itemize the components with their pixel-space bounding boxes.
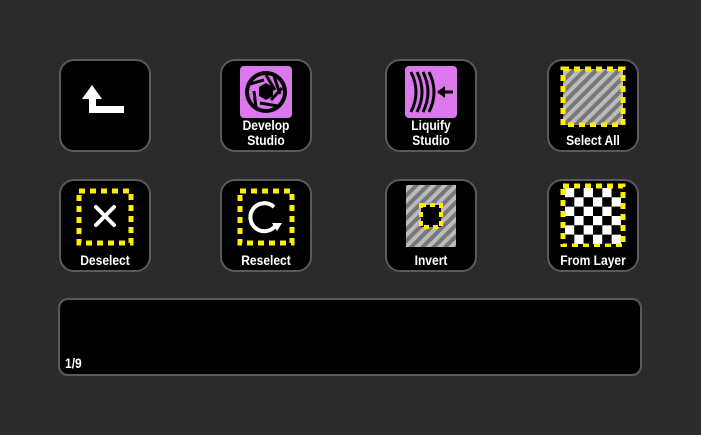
key-label: Reselect <box>241 252 291 268</box>
select-all-button[interactable]: Select All <box>547 59 639 152</box>
liquify-icon <box>405 66 457 118</box>
aperture-icon <box>240 66 292 118</box>
key-label: Liquify Studio <box>411 117 451 148</box>
select-all-icon <box>560 66 626 127</box>
key-label: From Layer <box>560 252 626 268</box>
develop-studio-button[interactable]: Develop Studio <box>220 59 312 152</box>
back-button[interactable] <box>59 59 151 152</box>
back-arrow-icon <box>82 85 124 113</box>
key-label: Develop Studio <box>242 117 290 148</box>
from-layer-button[interactable]: From Layer <box>547 179 639 272</box>
key-label: Deselect <box>80 252 130 268</box>
touch-strip[interactable]: 1/9 <box>58 298 642 376</box>
page-indicator: 1/9 <box>65 355 82 371</box>
deselect-button[interactable]: Deselect <box>59 179 151 272</box>
key-label: Invert <box>414 252 448 268</box>
invert-button[interactable]: Invert <box>385 179 477 272</box>
from-layer-icon <box>560 183 626 247</box>
invert-selection-icon <box>406 185 456 247</box>
reselect-button[interactable]: Reselect <box>220 179 312 272</box>
reselect-icon <box>237 188 295 246</box>
key-label: Select All <box>566 132 620 148</box>
liquify-studio-button[interactable]: Liquify Studio <box>385 59 477 152</box>
deselect-icon <box>76 188 134 246</box>
